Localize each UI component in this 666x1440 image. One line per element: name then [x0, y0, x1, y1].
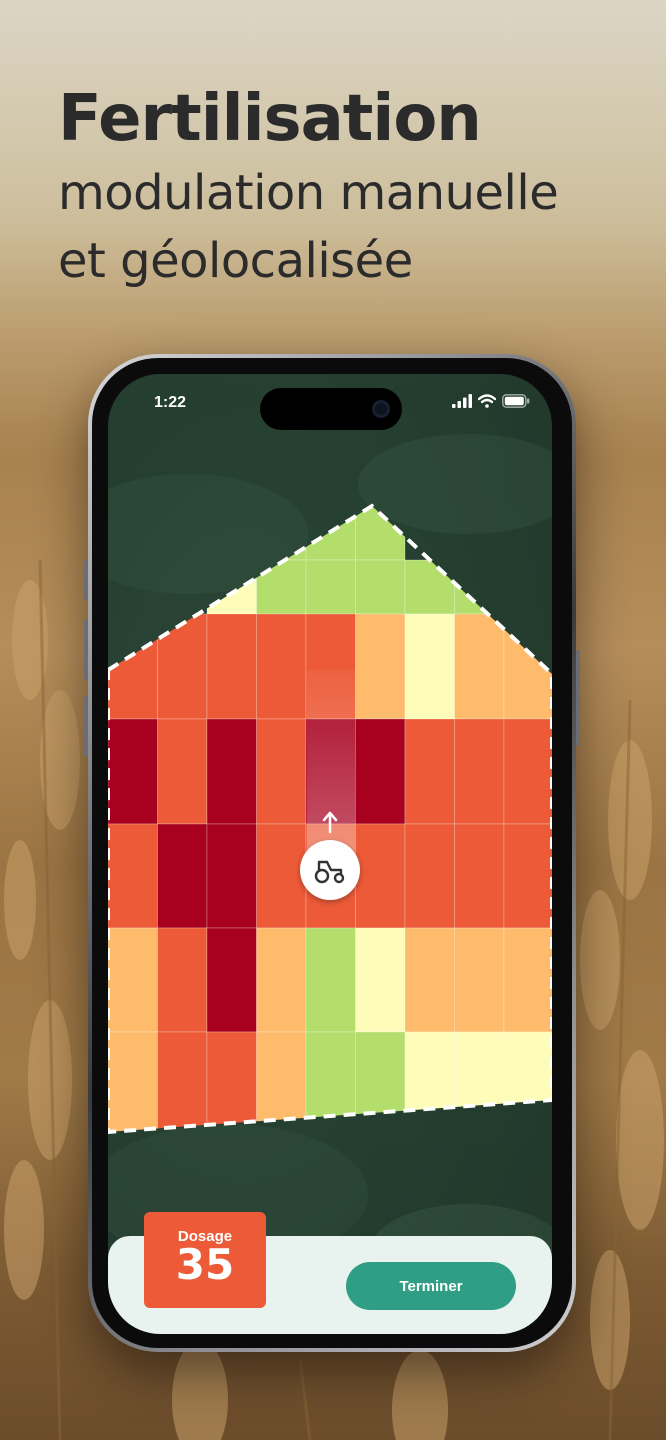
headline-subtitle-line2: et géolocalisée — [58, 233, 413, 289]
grid-cell-light-green[interactable] — [305, 927, 356, 1033]
grid-cell-dark-red[interactable] — [206, 823, 257, 929]
status-icons — [452, 394, 530, 408]
finish-button[interactable]: Terminer — [346, 1262, 516, 1310]
grid-cell-orange[interactable] — [454, 823, 505, 929]
grid-cell-orange[interactable] — [256, 718, 307, 825]
grid-cell-dark-red[interactable] — [108, 718, 158, 825]
wifi-icon — [478, 394, 496, 408]
grid-cell-light-orange[interactable] — [454, 613, 505, 720]
grid-cell-light-orange[interactable] — [503, 927, 552, 1033]
phone-volume-up-button — [84, 620, 88, 680]
grid-cell-orange[interactable] — [355, 823, 406, 929]
dosage-value: 35 — [175, 1240, 235, 1289]
phone-side-button — [84, 560, 88, 600]
phone-volume-down-button — [84, 696, 88, 756]
grid-cell-orange[interactable] — [108, 823, 158, 929]
grid-cell-orange[interactable] — [454, 718, 505, 825]
headline-title: Fertilisation — [58, 82, 482, 156]
status-time: 1:22 — [154, 394, 187, 411]
phone-screen: 1:22 Dosage 35 Terminer — [108, 374, 552, 1334]
grid-cell-orange[interactable] — [503, 718, 552, 825]
grid-cell-orange[interactable] — [157, 927, 208, 1033]
grid-cell-light-green[interactable] — [355, 559, 406, 615]
grid-cell-dark-red[interactable] — [355, 718, 406, 825]
grid-cell-light-orange[interactable] — [108, 927, 158, 1033]
grid-cell-orange[interactable] — [256, 823, 307, 929]
grid-cell-light-green[interactable] — [305, 559, 356, 615]
grid-cell-light-orange[interactable] — [454, 927, 505, 1033]
grid-cell-orange[interactable] — [157, 718, 208, 825]
grid-cell-orange[interactable] — [404, 718, 455, 825]
headline-subtitle-line1: modulation manuelle — [58, 165, 559, 221]
grid-cell-orange[interactable] — [503, 823, 552, 929]
front-camera — [372, 400, 390, 418]
grid-cell-orange[interactable] — [206, 613, 257, 720]
grid-cell-pale-yellow[interactable] — [355, 927, 406, 1033]
arrow-up-icon — [322, 811, 338, 834]
grid-cell-dark-red[interactable] — [206, 718, 257, 825]
grid-cell-orange[interactable] — [404, 823, 455, 929]
grid-cell-light-orange[interactable] — [256, 927, 307, 1033]
headline: Fertilisation modulation manuelle et géo… — [58, 78, 559, 296]
grid-cell-light-orange[interactable] — [355, 613, 406, 720]
battery-icon — [502, 394, 530, 408]
dynamic-island — [260, 388, 402, 430]
grid-cell-pale-yellow[interactable] — [404, 613, 455, 720]
dosage-card[interactable]: Dosage 35 — [144, 1212, 266, 1308]
grid-cell-dark-red[interactable] — [157, 823, 208, 929]
grid-cell-light-orange[interactable] — [404, 927, 455, 1033]
tractor-icon — [314, 860, 345, 884]
cellular-signal-icon — [452, 394, 472, 408]
tractor-position-button[interactable] — [300, 840, 360, 900]
grid-cell-dark-red[interactable] — [206, 927, 257, 1033]
grid-cell-orange[interactable] — [256, 613, 307, 720]
phone-power-button — [576, 650, 580, 746]
